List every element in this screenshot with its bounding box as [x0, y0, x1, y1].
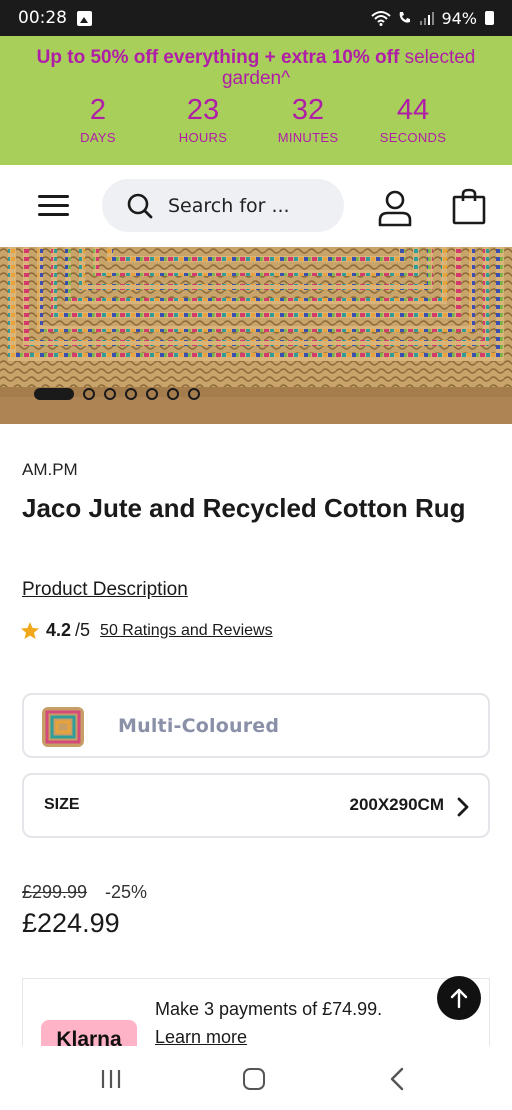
arrow-up-icon: [450, 988, 468, 1009]
promo-headline: Up to 50% off everything + extra 10% off…: [0, 36, 512, 89]
size-selector[interactable]: SIZE 200X290CM: [22, 773, 490, 838]
old-price: £299.99: [22, 882, 88, 902]
recent-apps-icon[interactable]: [100, 1069, 122, 1089]
scroll-to-top-button[interactable]: [437, 976, 481, 1020]
countdown-days: 2 DAYS: [68, 94, 128, 146]
star-icon: [21, 621, 39, 639]
carousel-dots: [34, 388, 200, 400]
countdown-hours: 23 HOURS: [173, 94, 233, 146]
status-bar: 00:28 94%: [0, 0, 512, 36]
product-title: Jaco Jute and Recycled Cotton Rug: [22, 493, 466, 523]
klarna-logo: Klarna: [41, 1020, 137, 1046]
status-time: 00:28: [18, 8, 67, 28]
account-icon[interactable]: [376, 189, 414, 227]
klarna-learn-more-link[interactable]: Learn more: [155, 1027, 247, 1046]
countdown-minutes: 32 MINUTES: [268, 94, 348, 146]
search-input[interactable]: Search for ...: [102, 179, 344, 232]
countdown-label: DAYS: [80, 130, 116, 145]
carousel-dot[interactable]: [125, 388, 137, 400]
chevron-right-icon: [457, 797, 469, 817]
carousel-dot[interactable]: [167, 388, 179, 400]
colour-swatch: [42, 707, 84, 747]
klarna-card: Klarna Make 3 payments of £74.99. Learn …: [22, 978, 490, 1046]
search-icon: [127, 193, 153, 218]
size-label: SIZE: [44, 796, 80, 813]
home-icon[interactable]: [243, 1068, 265, 1090]
gallery-notification-icon: [77, 10, 92, 26]
rating-value: 4.2: [46, 620, 72, 640]
signal-icon: [420, 12, 435, 25]
carousel-dot[interactable]: [104, 388, 116, 400]
klarna-text: Make 3 payments of £74.99.: [155, 999, 383, 1019]
promo-banner[interactable]: Up to 50% off everything + extra 10% off…: [0, 36, 512, 165]
carousel-dot[interactable]: [188, 388, 200, 400]
countdown-label: SECONDS: [379, 130, 447, 145]
status-indicators: 94%: [371, 9, 494, 28]
bag-icon[interactable]: [450, 187, 488, 225]
carousel-dot[interactable]: [146, 388, 158, 400]
size-value: 200X290CM: [349, 795, 444, 814]
product-rating: 4.2 /5 50 Ratings and Reviews: [20, 620, 273, 641]
back-icon[interactable]: [388, 1067, 406, 1091]
search-placeholder: Search for ...: [168, 194, 290, 217]
battery-text: 94%: [441, 8, 477, 28]
discount-percent: -25%: [105, 882, 148, 902]
countdown-seconds: 44 SECONDS: [370, 94, 456, 146]
promo-bold-text: Up to 50% off everything + extra 10% off: [36, 47, 400, 68]
menu-icon[interactable]: [38, 195, 69, 217]
system-nav-bar: [0, 1046, 512, 1110]
rating-max: /5: [75, 620, 91, 640]
countdown-value: 32: [291, 94, 325, 126]
colour-label: Multi-Coloured: [118, 715, 280, 737]
product-brand[interactable]: AM.PM: [22, 460, 78, 480]
wifi-icon: [371, 11, 392, 26]
product-description-link[interactable]: Product Description: [22, 579, 188, 601]
battery-icon: [485, 11, 494, 25]
site-header: Search for ...: [0, 165, 512, 247]
countdown-value: 2: [89, 94, 107, 126]
countdown-label: HOURS: [178, 130, 228, 145]
countdown-value: 23: [186, 94, 220, 126]
countdown-value: 44: [396, 94, 430, 126]
colour-selector[interactable]: Multi-Coloured: [22, 693, 490, 758]
current-price: £224.99: [22, 908, 120, 938]
reviews-link[interactable]: 50 Ratings and Reviews: [100, 622, 273, 640]
countdown-label: MINUTES: [277, 130, 339, 145]
carousel-dot-active[interactable]: [34, 388, 74, 400]
carousel-dot[interactable]: [83, 388, 95, 400]
call-icon: [400, 12, 411, 23]
